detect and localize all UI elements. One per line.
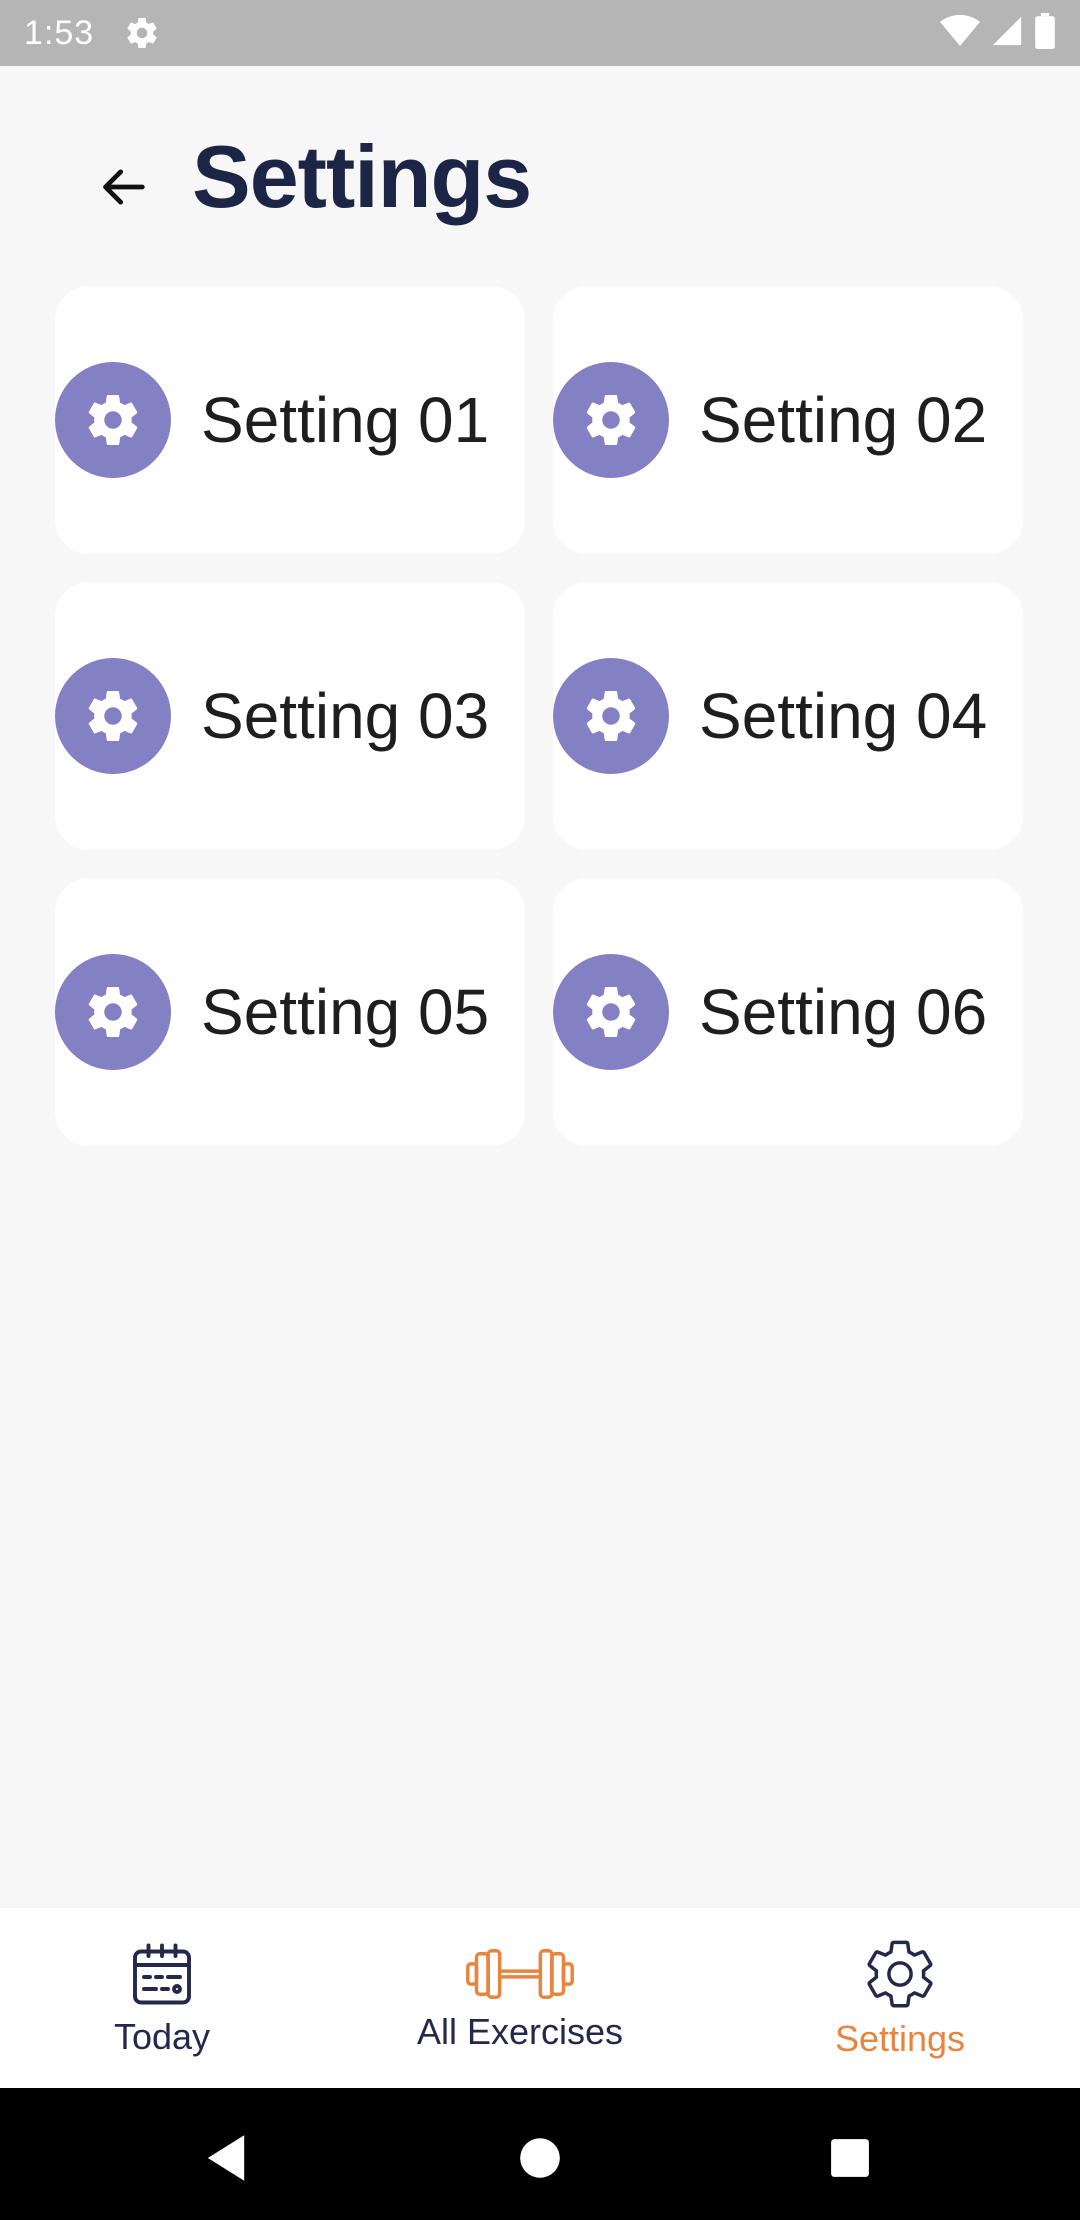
setting-label: Setting 05 (201, 976, 490, 1048)
system-recents-button[interactable] (820, 2128, 880, 2188)
gear-icon (553, 658, 669, 774)
cell-signal-icon (990, 14, 1024, 53)
nav-item-settings[interactable]: Settings (800, 1908, 1000, 2088)
setting-label: Setting 01 (201, 384, 490, 456)
back-button[interactable] (90, 152, 160, 222)
setting-card-01[interactable]: Setting 01 (55, 286, 525, 554)
setting-label: Setting 04 (699, 680, 988, 752)
bottom-nav: Today All Exercises Settings (0, 1908, 1080, 2088)
setting-label: Setting 03 (201, 680, 490, 752)
wifi-icon (940, 14, 980, 53)
system-nav-bar (0, 2088, 1080, 2220)
gear-icon (553, 362, 669, 478)
setting-label: Setting 06 (699, 976, 988, 1048)
nav-label-today: Today (113, 2016, 211, 2057)
nav-item-today[interactable]: Today (62, 1908, 262, 2088)
setting-card-03[interactable]: Setting 03 (55, 582, 525, 850)
gear-icon (55, 362, 171, 478)
settings-notification-icon (124, 15, 160, 51)
gear-icon (55, 954, 171, 1070)
setting-label: Setting 02 (699, 384, 988, 456)
calendar-icon (133, 1943, 191, 2005)
nav-label-settings: Settings (834, 2018, 966, 2059)
setting-card-05[interactable]: Setting 05 (55, 878, 525, 1146)
arrow-left-icon (103, 169, 145, 205)
status-bar: 1:53 (0, 0, 1080, 66)
nav-item-all-exercises[interactable]: All Exercises (390, 1908, 650, 2088)
nav-label-all-exercises: All Exercises (416, 2011, 624, 2052)
battery-icon (1034, 12, 1056, 54)
settings-grid: Setting 01 Setting 02 Setting 03 Setting… (55, 286, 1025, 1146)
circle-home-icon (520, 2138, 560, 2178)
dumbbell-icon (466, 1949, 574, 1999)
triangle-back-icon (207, 2135, 245, 2181)
setting-card-02[interactable]: Setting 02 (553, 286, 1023, 554)
header: Settings (0, 66, 1080, 286)
gear-icon (55, 658, 171, 774)
status-time: 1:53 (24, 13, 95, 52)
square-recents-icon (831, 2139, 869, 2177)
gear-icon (553, 954, 669, 1070)
gear-outline-icon (867, 1940, 933, 2008)
page-title: Settings (192, 127, 532, 226)
system-home-button[interactable] (510, 2128, 570, 2188)
setting-card-04[interactable]: Setting 04 (553, 582, 1023, 850)
system-back-button[interactable] (196, 2128, 256, 2188)
status-right (940, 12, 1056, 54)
setting-card-06[interactable]: Setting 06 (553, 878, 1023, 1146)
